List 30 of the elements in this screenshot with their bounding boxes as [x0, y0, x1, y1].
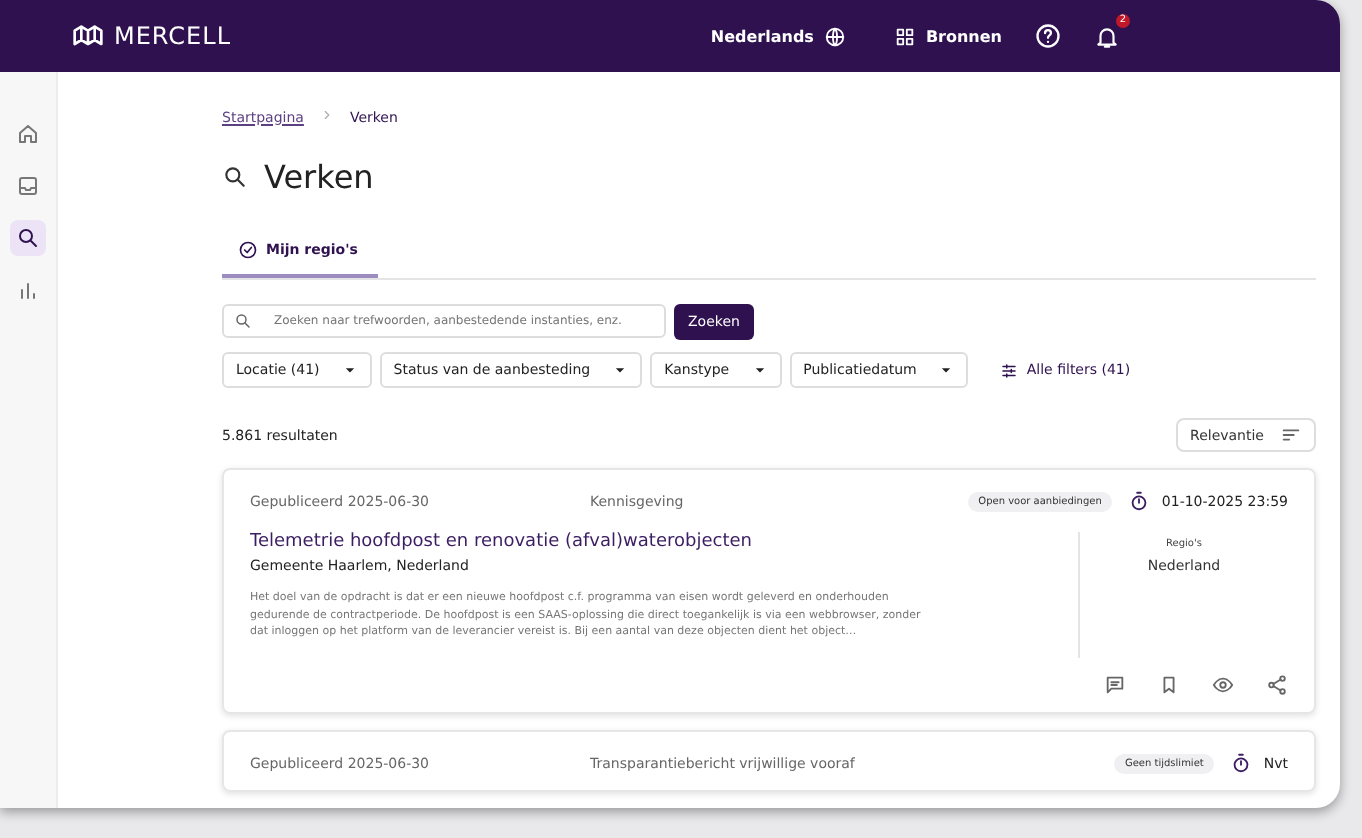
globe-icon [823, 25, 846, 47]
search-icon [16, 226, 40, 250]
language-selector[interactable]: Nederlands [710, 27, 814, 45]
chart-icon [16, 278, 40, 302]
check-circle-icon [238, 240, 258, 260]
comment-button[interactable] [1104, 674, 1126, 696]
search-icon [222, 164, 248, 190]
filter-icon [1000, 361, 1019, 379]
share-button[interactable] [1266, 674, 1288, 696]
timer-icon [1127, 490, 1150, 512]
grid-icon [893, 25, 916, 47]
bookmark-icon [1158, 674, 1180, 696]
comment-icon [1104, 674, 1126, 696]
help-icon [1034, 22, 1062, 50]
sidebar-item[interactable] [10, 220, 46, 256]
timer-icon [1229, 752, 1252, 774]
inbox-icon [16, 174, 40, 198]
chevron-icon [319, 108, 334, 122]
page-title: Verken [264, 158, 374, 196]
search-icon [234, 312, 252, 330]
view-button[interactable] [1212, 674, 1234, 696]
result-title-link[interactable]: Telemetrie hoofdpost en renovatie (afval)waterobjecten [250, 532, 1078, 552]
bell-icon [1094, 23, 1120, 49]
home-icon [16, 122, 40, 146]
bookmark-button[interactable] [1158, 674, 1180, 696]
sort-icon [1280, 424, 1302, 446]
share-icon [1266, 674, 1288, 696]
resources-link[interactable]: Bronnen [925, 27, 1002, 45]
logo-text: MERCELL [114, 22, 232, 50]
eye-icon [1212, 674, 1234, 696]
